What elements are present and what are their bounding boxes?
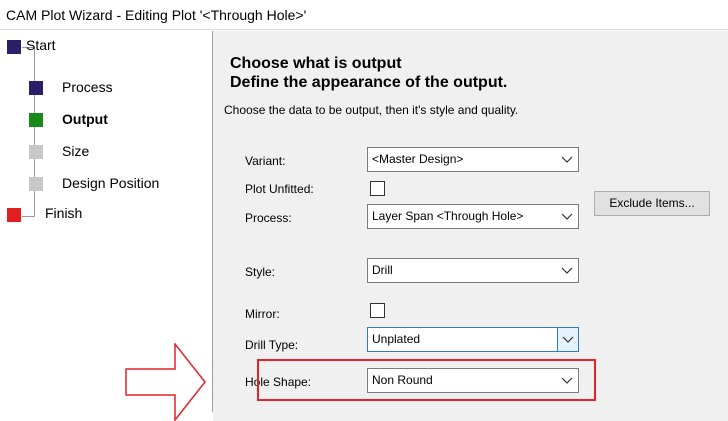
chevron-down-icon [561, 267, 573, 274]
exclude-items-button[interactable]: Exclude Items... [594, 191, 710, 216]
plot-unfitted-label: Plot Unfitted: [245, 182, 314, 196]
dropdown-button[interactable] [557, 328, 578, 351]
mirror-label: Mirror: [245, 307, 280, 321]
chevron-down-icon [562, 336, 574, 343]
main-subheading: Define the appearance of the output. [230, 74, 508, 91]
variant-dropdown[interactable]: <Master Design> [367, 147, 579, 172]
step-label: Output [62, 111, 108, 127]
process-dropdown[interactable]: Layer Span <Through Hole> [367, 204, 579, 229]
step-marker [29, 145, 43, 159]
drill-type-label: Drill Type: [245, 338, 299, 352]
drill-type-value: Unplated [372, 332, 421, 346]
main-heading: Choose what is output [230, 55, 402, 72]
variant-value: <Master Design> [372, 152, 464, 166]
main-description: Choose the data to be output, then it's … [224, 103, 519, 117]
process-label: Process: [245, 211, 292, 225]
window-title: CAM Plot Wizard - Editing Plot '<Through… [6, 7, 307, 23]
step-marker [7, 40, 21, 54]
drill-type-dropdown[interactable]: Unplated [367, 327, 579, 352]
step-marker [29, 113, 43, 127]
plot-unfitted-checkbox[interactable] [370, 181, 385, 196]
arrow-right-icon [125, 343, 206, 421]
window-titlebar: CAM Plot Wizard - Editing Plot '<Through… [0, 0, 728, 30]
highlight-box [257, 359, 596, 401]
process-value: Layer Span <Through Hole> [372, 209, 524, 223]
step-label: Design Position [62, 175, 160, 191]
style-label: Style: [245, 265, 276, 279]
variant-label: Variant: [245, 154, 286, 168]
step-marker [29, 81, 43, 95]
step-marker [7, 208, 21, 222]
style-dropdown[interactable]: Drill [367, 258, 579, 283]
step-label: Process [62, 79, 113, 95]
step-label: Finish [45, 205, 83, 221]
step-label: Size [62, 143, 90, 159]
mirror-checkbox[interactable] [370, 303, 385, 318]
steps-panel: Start Process Output Size Design Positio… [0, 31, 212, 421]
chevron-down-icon [561, 156, 573, 163]
step-label: Start [26, 37, 56, 53]
step-marker [29, 177, 43, 191]
tree-line [22, 216, 35, 217]
chevron-down-icon [561, 213, 573, 220]
style-value: Drill [372, 263, 393, 277]
